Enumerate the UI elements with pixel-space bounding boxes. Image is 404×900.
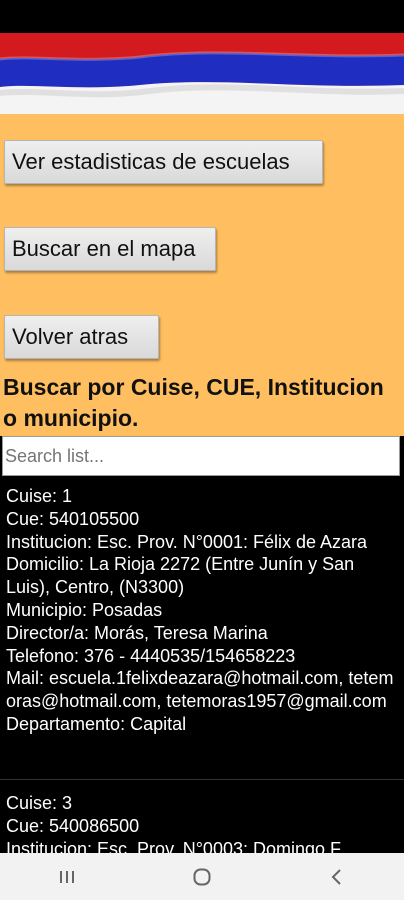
school-list[interactable]: Cuise: 1 Cue: 540105500 Institucion: Esc… xyxy=(0,478,404,853)
navigation-bar xyxy=(0,853,404,900)
recents-icon xyxy=(60,870,75,883)
search-input[interactable] xyxy=(2,436,400,476)
director-text: Director/a: Morás, Teresa Marina xyxy=(6,622,268,643)
school-stats-button[interactable]: Ver estadisticas de escuelas xyxy=(4,140,323,184)
cue-text: Cue: 540086500 xyxy=(6,815,140,836)
flag-banner xyxy=(0,33,404,114)
cuise-text: Cuise: 1 xyxy=(6,486,73,506)
municipio-text: Municipio: Posadas xyxy=(6,599,163,620)
go-back-button[interactable]: Volver atras xyxy=(4,315,159,359)
cue-text: Cue: 540105500 xyxy=(6,508,140,529)
search-heading: Buscar por Cuise, CUE, Institucion o mun… xyxy=(3,374,384,431)
cuise-text: Cuise: 3 xyxy=(6,793,73,813)
home-icon xyxy=(193,868,211,885)
list-item[interactable]: Cuise: 3 Cue: 540086500 Institucion: Esc… xyxy=(0,779,404,853)
departamento-text: Departamento: Capital xyxy=(6,713,187,734)
status-bar xyxy=(0,0,404,33)
list-item[interactable]: Cuise: 1 Cue: 540105500 Institucion: Esc… xyxy=(0,478,404,779)
recents-button[interactable] xyxy=(27,853,107,900)
institucion-text: Institucion: Esc. Prov. N°0003: Domingo … xyxy=(6,838,345,853)
search-map-button[interactable]: Buscar en el mapa xyxy=(4,227,216,271)
back-icon xyxy=(331,868,341,885)
back-button[interactable] xyxy=(297,853,377,900)
mail-text: Mail: escuela.1felixdeazara@hotmail.com,… xyxy=(6,668,394,712)
telefono-text: Telefono: 376 - 4440535/154658223 xyxy=(6,645,296,666)
home-button[interactable] xyxy=(162,853,242,900)
institucion-text: Institucion: Esc. Prov. N°0001: Félix de… xyxy=(6,531,368,552)
domicilio-text: Domicilio: La Rioja 2272 (Entre Junín y … xyxy=(6,554,355,598)
